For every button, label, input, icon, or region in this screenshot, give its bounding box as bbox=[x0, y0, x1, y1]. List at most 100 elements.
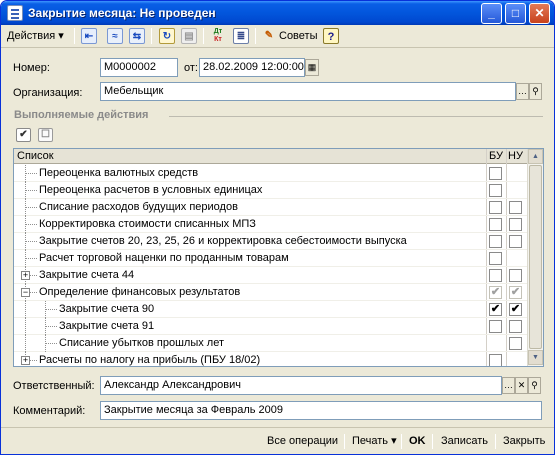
bu-checkbox[interactable] bbox=[489, 269, 502, 282]
maximize-button[interactable]: □ bbox=[505, 3, 526, 24]
expand-icon[interactable]: + bbox=[21, 271, 30, 280]
table-row[interactable]: − Определение финансовых результатов ✔ ✔ bbox=[14, 284, 527, 301]
row-label: Расчеты по налогу на прибыль (ПБУ 18/02) bbox=[39, 354, 261, 366]
uncheck-all-icon[interactable]: ☐ bbox=[38, 128, 53, 142]
ok-button[interactable]: OK bbox=[409, 432, 426, 451]
bu-checkbox[interactable] bbox=[489, 184, 502, 197]
table-row[interactable]: Списание расходов будущих периодов bbox=[14, 199, 527, 216]
comment-field[interactable]: Закрытие месяца за Февраль 2009 bbox=[100, 401, 542, 420]
bu-checkbox[interactable] bbox=[489, 354, 502, 366]
search-icon[interactable]: ⚲ bbox=[529, 83, 542, 100]
table-row[interactable]: Расчет торговой наценки по проданным тов… bbox=[14, 250, 527, 267]
tree-line bbox=[45, 309, 57, 310]
help-icon[interactable]: ? bbox=[323, 28, 339, 44]
tree-line bbox=[25, 207, 37, 208]
search-icon[interactable]: ⚲ bbox=[528, 377, 541, 394]
all-operations-button[interactable]: Все операции bbox=[267, 432, 338, 451]
dt-kt-icon[interactable]: Дт Кт bbox=[209, 28, 227, 44]
post-document-icon[interactable]: ↻ bbox=[159, 28, 175, 44]
structure-icon[interactable]: ≈ bbox=[107, 28, 123, 44]
document-icon bbox=[7, 5, 23, 21]
responsible-field[interactable]: Александр Александрович bbox=[100, 376, 502, 395]
advice-button[interactable]: Советы bbox=[279, 27, 317, 45]
vertical-scrollbar[interactable]: ▲ ▼ bbox=[527, 149, 543, 366]
table-row[interactable]: Переоценка расчетов в условных единицах bbox=[14, 182, 527, 199]
bottom-button-bar: Все операции Печать ▾ OK Записать Закрыт… bbox=[1, 427, 554, 454]
actions-menu[interactable]: Действия ▾ bbox=[7, 27, 64, 45]
button-divider bbox=[495, 434, 496, 449]
nu-checkbox[interactable] bbox=[509, 320, 522, 333]
button-divider bbox=[401, 434, 402, 449]
tree-line bbox=[25, 173, 37, 174]
toolbar: Действия ▾ ⇤ ≈ ⇆ ↻ ▤ Дт Кт ≣ ✎ Советы ? bbox=[1, 25, 554, 48]
ellipsis-icon[interactable]: … bbox=[516, 83, 529, 100]
scroll-up-icon[interactable]: ▲ bbox=[528, 149, 543, 164]
row-label: Списание расходов будущих периодов bbox=[39, 201, 238, 213]
scroll-thumb[interactable] bbox=[529, 165, 542, 349]
number-field[interactable]: М0000002 bbox=[100, 58, 178, 77]
table-row[interactable]: Корректировка стоимости списанных МПЗ bbox=[14, 216, 527, 233]
table-row[interactable]: Переоценка валютных средств bbox=[14, 165, 527, 182]
bu-checkbox[interactable] bbox=[489, 167, 502, 180]
nu-checkbox[interactable] bbox=[509, 337, 522, 350]
toolbar-divider bbox=[203, 28, 204, 44]
date-field[interactable]: 28.02.2009 12:00:00 bbox=[199, 58, 305, 77]
bu-checkbox[interactable] bbox=[489, 252, 502, 265]
close-window-button[interactable]: ✕ bbox=[529, 3, 550, 24]
expand-icon[interactable]: + bbox=[21, 356, 30, 365]
tree-line bbox=[25, 241, 37, 242]
minimize-button[interactable]: _ bbox=[481, 3, 502, 24]
report-icon[interactable]: ≣ bbox=[233, 28, 249, 44]
check-all-icon[interactable]: ✔ bbox=[16, 128, 31, 142]
advice-icon: ✎ bbox=[264, 30, 274, 41]
chevron-down-icon: ▾ bbox=[58, 30, 64, 42]
column-header-list[interactable]: Список bbox=[17, 149, 54, 164]
window-title: Закрытие месяца: Не проведен bbox=[28, 6, 216, 20]
save-button[interactable]: Записать bbox=[441, 432, 488, 451]
bu-checkbox[interactable] bbox=[489, 218, 502, 231]
tree-line bbox=[45, 343, 57, 344]
bu-checkbox[interactable] bbox=[489, 235, 502, 248]
scroll-down-icon[interactable]: ▼ bbox=[528, 350, 543, 365]
table-row[interactable]: Списание убытков прошлых лет bbox=[14, 335, 527, 352]
bu-checkbox[interactable]: ✔ bbox=[489, 303, 502, 316]
table-row[interactable]: + Расчеты по налогу на прибыль (ПБУ 18/02… bbox=[14, 352, 527, 366]
clear-icon[interactable]: ✕ bbox=[515, 377, 528, 394]
tree-line bbox=[25, 318, 26, 335]
column-header-nu[interactable]: НУ bbox=[508, 149, 523, 164]
org-field[interactable]: Мебельщик bbox=[100, 82, 516, 101]
document-window: Закрытие месяца: Не проведен _ □ ✕ Дейст… bbox=[0, 0, 555, 455]
dt-label: Дт bbox=[213, 28, 223, 35]
arrow-left-icon[interactable]: ⇤ bbox=[81, 28, 97, 44]
row-label: Расчет торговой наценки по проданным тов… bbox=[39, 252, 289, 264]
nu-checkbox[interactable] bbox=[509, 269, 522, 282]
bu-checkbox[interactable] bbox=[489, 320, 502, 333]
nu-checkbox[interactable]: ✔ bbox=[509, 303, 522, 316]
actions-tree-table[interactable]: Список БУ НУ Переоценка валютных средств… bbox=[13, 148, 544, 367]
title-bar[interactable]: Закрытие месяца: Не проведен _ □ ✕ bbox=[1, 1, 554, 25]
table-header: Список БУ НУ bbox=[14, 149, 527, 164]
date-label: от: bbox=[184, 62, 198, 74]
nu-checkbox[interactable] bbox=[509, 201, 522, 214]
print-menu-button[interactable]: Печать ▾ bbox=[352, 432, 397, 451]
section-divider bbox=[169, 116, 543, 117]
arrows-icon[interactable]: ⇆ bbox=[129, 28, 145, 44]
tree-line bbox=[25, 301, 26, 318]
row-label: Закрытие счета 91 bbox=[59, 320, 155, 332]
nu-checkbox[interactable] bbox=[509, 235, 522, 248]
table-row[interactable]: Закрытие счетов 20, 23, 25, 26 и коррект… bbox=[14, 233, 527, 250]
table-row[interactable]: Закрытие счета 90 ✔ ✔ bbox=[14, 301, 527, 318]
ellipsis-icon[interactable]: … bbox=[502, 377, 515, 394]
toolbar-divider bbox=[151, 28, 152, 44]
collapse-icon[interactable]: − bbox=[21, 288, 30, 297]
org-label: Организация: bbox=[13, 87, 83, 99]
nu-checkbox[interactable] bbox=[509, 218, 522, 231]
kt-label: Кт bbox=[214, 36, 222, 43]
close-button[interactable]: Закрыть bbox=[503, 432, 545, 451]
table-row[interactable]: Закрытие счета 91 bbox=[14, 318, 527, 335]
tree-line bbox=[25, 224, 37, 225]
table-row[interactable]: + Закрытие счета 44 bbox=[14, 267, 527, 284]
bu-checkbox[interactable] bbox=[489, 201, 502, 214]
column-header-bu[interactable]: БУ bbox=[489, 149, 503, 164]
calendar-icon[interactable]: ▦ bbox=[305, 59, 319, 76]
